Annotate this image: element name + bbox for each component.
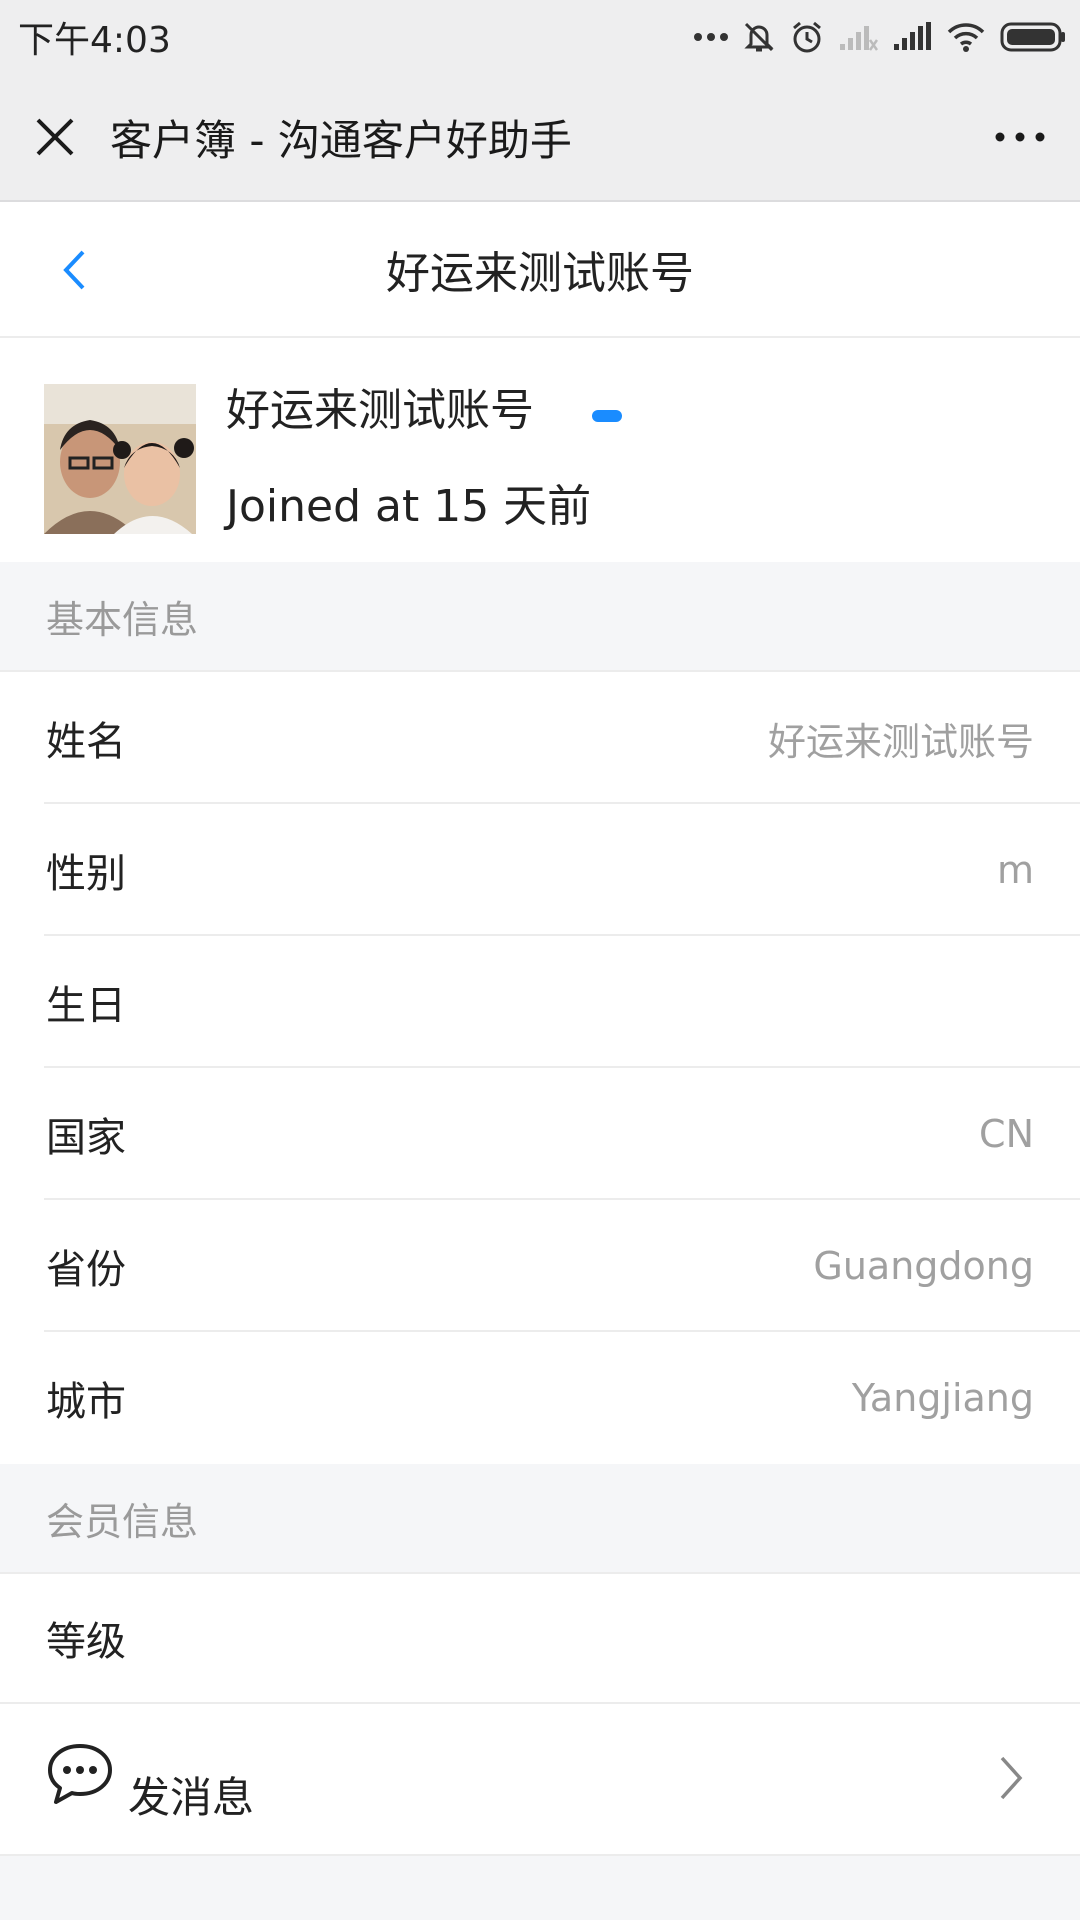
page-title: 好运来测试账号 [386, 248, 694, 299]
info-row-name: 姓名 好运来测试账号 [0, 672, 1080, 804]
nav-bar: 好运来测试账号 [0, 202, 1080, 338]
row-label: 姓名 [46, 719, 126, 765]
avatar[interactable] [44, 384, 196, 534]
info-row-province: 省份 Guangdong [0, 1200, 1080, 1332]
profile-name: 好运来测试账号 [226, 385, 534, 436]
status-time: 下午4:03 [18, 20, 171, 61]
status-icons [694, 20, 1066, 54]
row-value: Guangdong [813, 1244, 1034, 1288]
battery-icon [1000, 22, 1065, 52]
app-title: 客户簿 - 沟通客户好助手 [110, 115, 572, 165]
row-label: 性别 [46, 851, 126, 897]
alarm-icon [793, 21, 821, 53]
mute-icon [744, 22, 774, 52]
profile-card: 好运来测试账号 Joined at 15 天前 [0, 338, 1080, 562]
row-value: 好运来测试账号 [767, 719, 1034, 764]
row-value: CN [979, 1112, 1034, 1156]
row-value: m [996, 848, 1034, 892]
row-label: 国家 [46, 1115, 126, 1161]
sim1-signal-icon [840, 26, 878, 51]
chevron-left-icon [63, 250, 85, 290]
chevron-right-icon [1000, 1756, 1023, 1800]
info-row-gender: 性别 m [0, 804, 1080, 936]
info-row-birthday: 生日 [0, 936, 1080, 1068]
info-row-country: 国家 CN [0, 1068, 1080, 1200]
gender-tag [592, 410, 622, 422]
avatar-photo [44, 384, 196, 534]
info-row-city: 城市 Yangjiang [0, 1332, 1080, 1464]
more-button[interactable] [960, 74, 1080, 200]
back-button[interactable] [44, 240, 104, 300]
joined-text: Joined at 15 天前 [226, 481, 592, 532]
send-message-button[interactable]: 发消息 [0, 1702, 1080, 1856]
status-bar: 下午4:03 [0, 0, 1080, 74]
row-label: 城市 [46, 1379, 126, 1425]
signal-icon [894, 22, 931, 50]
row-label: 等级 [46, 1619, 126, 1665]
row-label: 省份 [46, 1247, 126, 1293]
close-icon [36, 118, 74, 156]
more-dots-icon [694, 33, 728, 41]
row-label: 生日 [46, 983, 126, 1029]
section-header-basic-info: 基本信息 [0, 562, 1080, 672]
section-title: 基本信息 [46, 597, 199, 642]
info-row-level: 等级 [0, 1574, 1080, 1702]
wifi-icon [947, 23, 985, 52]
section-title: 会员信息 [46, 1499, 199, 1544]
mini-program-title-bar: 客户簿 - 沟通客户好助手 [0, 74, 1080, 202]
row-value: Yangjiang [851, 1376, 1034, 1420]
chat-bubble-icon [48, 1744, 112, 1804]
close-button[interactable] [0, 74, 110, 200]
section-header-member-info: 会员信息 [0, 1464, 1080, 1574]
more-icon [995, 132, 1045, 142]
send-message-label: 发消息 [128, 1773, 255, 1822]
